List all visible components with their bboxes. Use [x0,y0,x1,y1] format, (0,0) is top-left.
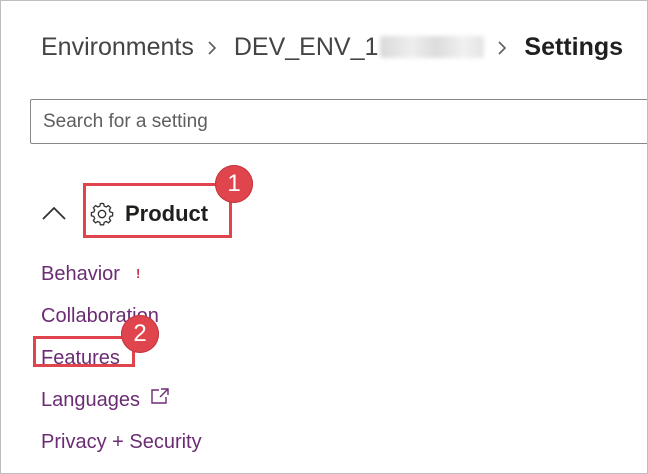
settings-nav-list: Behavior ! Collaboration Features Langua… [41,253,202,463]
breadcrumb-environments[interactable]: Environments [41,33,194,62]
external-link-icon [150,387,170,405]
environment-name: DEV_ENV_1 [233,32,379,61]
step-badge-2: 2 [121,315,159,353]
nav-item-label: Privacy + Security [41,430,202,453]
nav-item-features[interactable]: Features [41,337,202,379]
group-title: Product [125,201,209,226]
nav-item-languages[interactable]: Languages [41,379,202,421]
chevron-right-icon [206,41,218,55]
settings-window: Environments DEV_ENV_1 Settings Product [0,0,648,474]
nav-item-label: Languages [41,388,140,411]
redacted-environment-id [380,36,485,58]
group-header-product[interactable]: Product [89,197,208,231]
breadcrumb-environment[interactable]: DEV_ENV_1 [234,33,485,62]
nav-item-behavior[interactable]: Behavior ! [41,253,202,295]
nav-item-label: Features [41,346,120,369]
nav-item-label: Behavior [41,262,120,285]
gear-icon [89,201,115,227]
breadcrumb: Environments DEV_ENV_1 Settings [41,29,623,65]
alert-badge: ! [135,265,141,281]
search-box [30,99,647,144]
search-input[interactable] [43,100,623,143]
page-title: Settings [524,32,624,61]
collapse-group-button[interactable] [39,200,69,226]
nav-item-privacy-security[interactable]: Privacy + Security [41,421,202,463]
step-badge-1: 1 [215,165,253,203]
chevron-up-icon [42,206,66,220]
chevron-right-icon [496,41,508,55]
